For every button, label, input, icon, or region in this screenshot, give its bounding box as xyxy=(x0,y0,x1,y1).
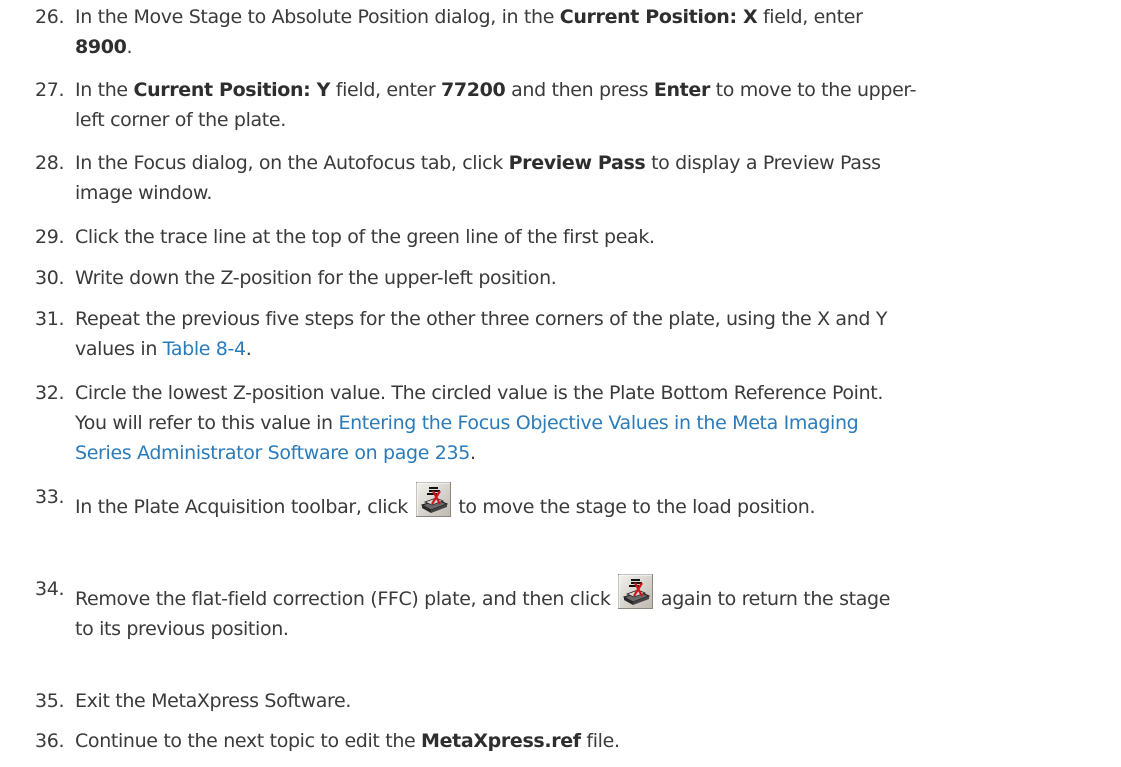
step-text: field, enter xyxy=(757,6,863,28)
step-number: 29. xyxy=(35,226,65,248)
step-text: Write down the Z-position for the upper-… xyxy=(75,267,557,289)
step-text: In the Move Stage to Absolute Position d… xyxy=(75,6,560,28)
step-text: In the Focus dialog, on the Autofocus ta… xyxy=(75,152,509,174)
step-number: 26. xyxy=(35,6,65,28)
step-text: Continue to the next topic to edit the xyxy=(75,730,422,752)
stage-load-position-icon xyxy=(415,482,451,517)
step-36: 36. Continue to the next topic to edit t… xyxy=(35,726,1105,756)
step-number: 32. xyxy=(35,382,65,404)
step-28: 28. In the Focus dialog, on the Autofocu… xyxy=(35,148,1105,208)
step-text: Exit the MetaXpress Software. xyxy=(75,690,352,712)
step-text: In the Plate Acquisition toolbar, click xyxy=(75,496,414,518)
step-text: field, enter xyxy=(330,79,442,101)
step-30: 30. Write down the Z-position for the up… xyxy=(35,263,1105,293)
field-name: Current Position: Y xyxy=(133,79,331,101)
key-name: Enter xyxy=(653,79,710,101)
step-number: 27. xyxy=(35,79,65,101)
value-text: 77200 xyxy=(441,79,506,101)
step-text: Circle the lowest Z-position value. The … xyxy=(75,382,884,404)
step-text: . xyxy=(469,442,476,464)
section-link-continued[interactable]: Series Administrator Software on page 23… xyxy=(75,442,470,464)
step-text: file. xyxy=(580,730,620,752)
step-text: . xyxy=(245,338,252,360)
step-text: image window. xyxy=(75,182,213,204)
step-text: Repeat the previous five steps for the o… xyxy=(75,308,888,330)
step-number: 35. xyxy=(35,690,65,712)
step-32: 32. Circle the lowest Z-position value. … xyxy=(35,378,1105,468)
step-text: to move the stage to the load position. xyxy=(452,496,816,518)
step-27: 27. In the Current Position: Y field, en… xyxy=(35,75,1105,135)
step-29: 29. Click the trace line at the top of t… xyxy=(35,222,1105,252)
value-text: 8900 xyxy=(75,36,127,58)
step-number: 36. xyxy=(35,730,65,752)
step-text: to display a Preview Pass xyxy=(645,152,881,174)
step-text: You will refer to this value in xyxy=(75,412,339,434)
button-name: Preview Pass xyxy=(508,152,646,174)
step-text: Click the trace line at the top of the g… xyxy=(75,226,655,248)
step-34: 34. Remove the flat-field correction (FF… xyxy=(35,574,1105,644)
instructions-page: 26. In the Move Stage to Absolute Positi… xyxy=(0,0,1121,767)
step-text: to move to the upper- xyxy=(709,79,917,101)
step-text: values in xyxy=(75,338,163,360)
step-35: 35. Exit the MetaXpress Software. xyxy=(35,686,1105,716)
field-name: Current Position: X xyxy=(559,6,758,28)
step-31: 31. Repeat the previous five steps for t… xyxy=(35,304,1105,364)
step-text: to its previous position. xyxy=(75,618,289,640)
step-33: 33. In the Plate Acquisition toolbar, cl… xyxy=(35,482,1105,522)
step-number: 33. xyxy=(35,486,65,508)
stage-load-position-icon xyxy=(618,574,654,609)
step-26: 26. In the Move Stage to Absolute Positi… xyxy=(35,2,1105,62)
step-text: and then press xyxy=(505,79,654,101)
table-link[interactable]: Table 8-4 xyxy=(163,338,246,360)
step-text: left corner of the plate. xyxy=(75,109,286,131)
step-text: In the xyxy=(75,79,134,101)
step-number: 31. xyxy=(35,308,65,330)
file-name: MetaXpress.ref xyxy=(421,730,581,752)
step-number: 34. xyxy=(35,578,65,600)
step-number: 30. xyxy=(35,267,65,289)
step-text: Remove the flat-field correction (FFC) p… xyxy=(75,588,617,610)
step-text: again to return the stage xyxy=(655,588,891,610)
step-text: . xyxy=(126,36,133,58)
section-link[interactable]: Entering the Focus Objective Values in t… xyxy=(338,412,858,434)
step-number: 28. xyxy=(35,152,65,174)
